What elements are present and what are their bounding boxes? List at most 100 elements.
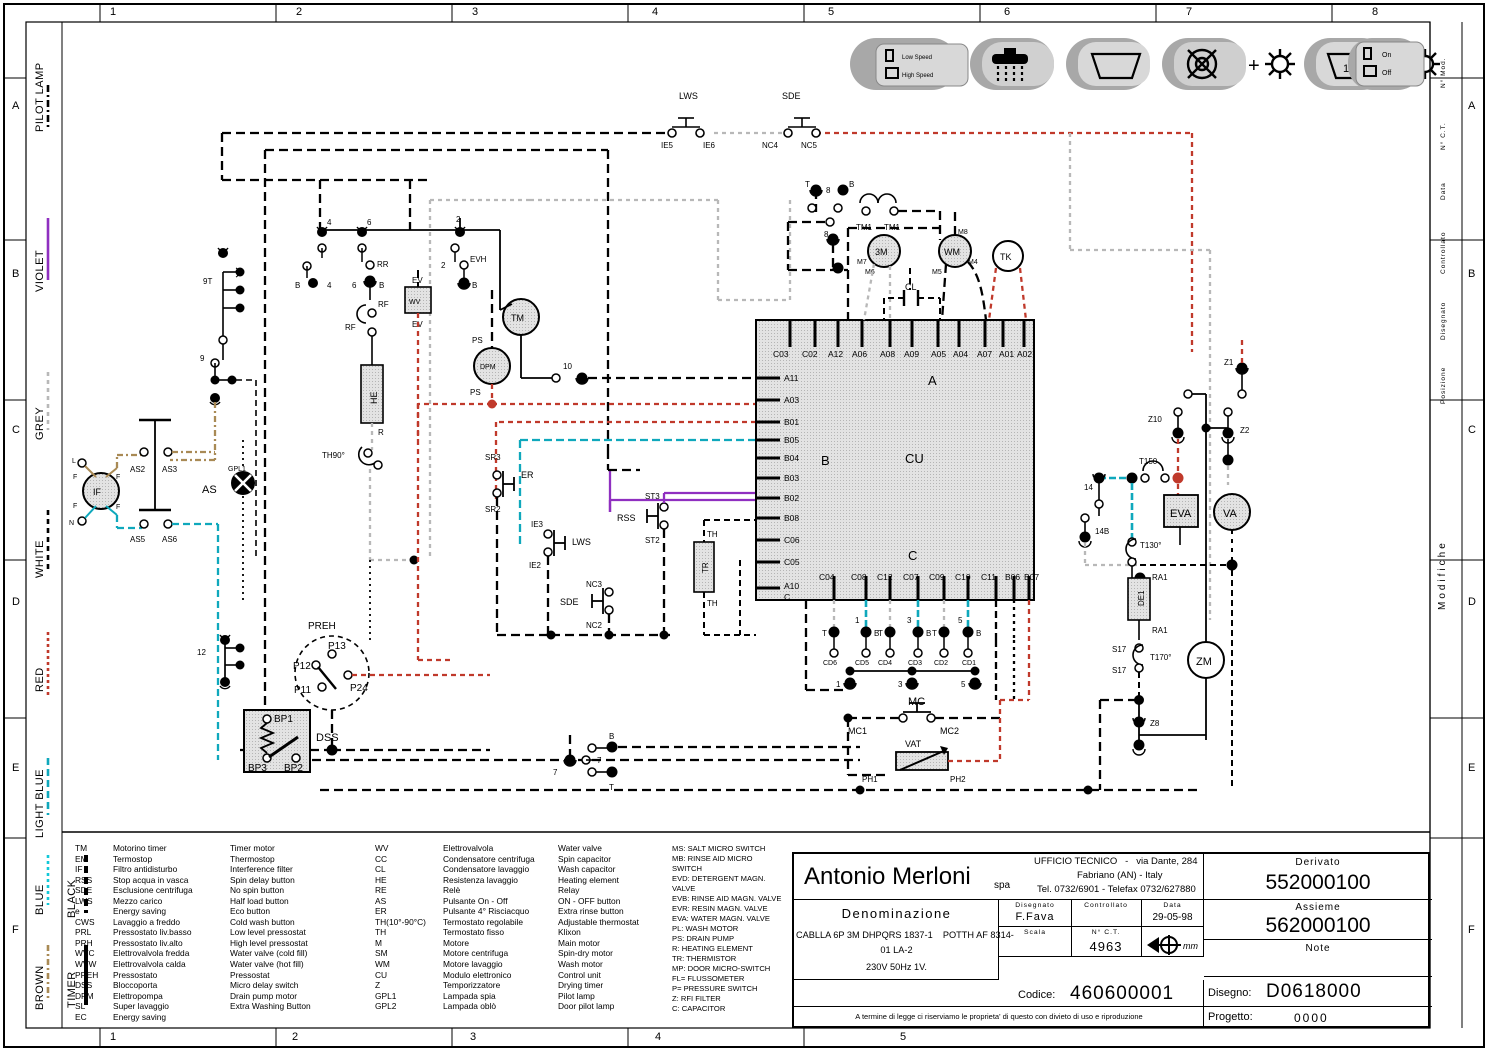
svg-text:SDE: SDE <box>782 91 801 101</box>
assieme-value: 562000100 <box>1265 914 1371 937</box>
col-number-bottom-4: 4 <box>655 1031 662 1043</box>
svg-text:DE1: DE1 <box>1137 590 1146 606</box>
svg-text:CD3: CD3 <box>908 660 922 667</box>
col-number-bottom-1: 1 <box>110 1031 117 1043</box>
margin-label-disegnato: Disegnato <box>1440 301 1447 340</box>
progetto-cell: Progetto: 0000 <box>1204 1007 1432 1028</box>
svg-text:5: 5 <box>961 680 966 689</box>
margin-label-controllato: Controllato <box>1440 231 1447 274</box>
col-number-top-5: 5 <box>828 6 835 18</box>
svg-text:LWS: LWS <box>572 537 591 547</box>
svg-text:AS3: AS3 <box>162 465 178 474</box>
svg-text:RR: RR <box>377 260 389 269</box>
svg-text:RF: RF <box>378 300 389 309</box>
note-cell: Note <box>1204 940 1432 977</box>
svg-text:Z1: Z1 <box>1224 358 1234 367</box>
svg-text:TR: TR <box>701 562 710 573</box>
svg-text:AS5: AS5 <box>130 535 146 544</box>
svg-text:+: + <box>1248 55 1260 77</box>
col-number-top-8: 8 <box>1372 6 1379 18</box>
office-line-1: UFFICIO TECNICO - via Dante, 284 <box>1034 856 1198 867</box>
svg-text:MC2: MC2 <box>940 726 959 736</box>
svg-text:SR2: SR2 <box>485 505 501 514</box>
wire-color-label-white: WHITE <box>34 540 46 578</box>
title-block: Antonio Merloni spa UFFICIO TECNICO - vi… <box>792 852 1432 1028</box>
svg-text:TH: TH <box>707 599 718 608</box>
svg-text:RA1: RA1 <box>1152 573 1168 582</box>
company-name: Antonio Merloni <box>804 863 971 890</box>
svg-text:N: N <box>69 520 74 527</box>
col-number-top-6: 6 <box>1004 6 1011 18</box>
svg-text:EVH: EVH <box>470 255 487 264</box>
svg-text:14: 14 <box>1084 483 1093 492</box>
svg-text:CU: CU <box>905 451 924 466</box>
legend-col1-english: Timer motor Thermostop Interference filt… <box>230 843 311 1012</box>
codice-value: 460600001 <box>1070 983 1175 1004</box>
row-letter-left-e: E <box>12 762 20 774</box>
svg-text:Z2: Z2 <box>1240 426 1250 435</box>
svg-text:TM1: TM1 <box>884 223 901 232</box>
svg-text:NC2: NC2 <box>586 621 603 630</box>
row-letter-right-c: C <box>1468 424 1476 436</box>
svg-text:12: 12 <box>197 648 206 657</box>
svg-text:7: 7 <box>553 768 558 777</box>
svg-text:CL: CL <box>905 282 917 292</box>
svg-text:3: 3 <box>907 616 912 625</box>
svg-text:T150: T150 <box>1139 457 1158 466</box>
svg-text:B: B <box>472 281 477 290</box>
svg-text:B: B <box>821 453 830 468</box>
margin-label-modifiche: Modifiche <box>1437 540 1448 610</box>
denominazione-label: Denominazione <box>841 906 952 921</box>
svg-text:T: T <box>822 629 827 638</box>
nct-label: N° C.T. <box>1091 929 1121 936</box>
progetto-label: Progetto: <box>1208 1011 1253 1023</box>
svg-text:NC3: NC3 <box>586 580 603 589</box>
derivato-value: 552000100 <box>1265 871 1371 894</box>
legend-col1-codes: TM EM IF RSS SDE LWS e CWS PRL PRH WVC W… <box>75 843 99 1022</box>
svg-text:PREH: PREH <box>308 621 336 632</box>
svg-text:RA1: RA1 <box>1152 626 1168 635</box>
svg-text:5: 5 <box>958 616 963 625</box>
svg-text:7: 7 <box>597 756 602 765</box>
svg-text:DSS: DSS <box>316 732 339 744</box>
svg-text:ST3: ST3 <box>645 492 660 501</box>
svg-text:T: T <box>805 180 810 189</box>
svg-text:IE2: IE2 <box>529 561 542 570</box>
margin-label-data: Data <box>1440 182 1447 200</box>
denominazione-line-2: 01 LA-2 <box>880 945 913 955</box>
svg-text:NC4: NC4 <box>762 141 779 150</box>
disegno-cell: Disegno: D0618000 <box>1204 977 1432 1007</box>
svg-text:R: R <box>378 428 384 437</box>
svg-text:F: F <box>73 503 77 510</box>
data-label: Data <box>1163 902 1182 909</box>
svg-text:1: 1 <box>855 616 860 625</box>
svg-text:WM: WM <box>944 247 960 257</box>
svg-text:CD6: CD6 <box>823 660 837 667</box>
svg-text:NC5: NC5 <box>801 141 818 150</box>
svg-text:LWS: LWS <box>679 91 698 101</box>
svg-text:B: B <box>609 732 614 741</box>
wire-color-label-red: RED <box>34 667 46 692</box>
svg-text:9T: 9T <box>203 277 212 286</box>
wire-color-label-grey: GREY <box>34 406 46 440</box>
office-line-2: Fabriano (AN) - Italy <box>1077 870 1163 881</box>
svg-text:M7: M7 <box>857 259 867 266</box>
disegnato-header-row: Disegnato Controllato Data F.Fava 29-05-… <box>999 900 1204 927</box>
row-letter-right-b: B <box>1468 268 1476 280</box>
data-value: 29-05-98 <box>1152 912 1193 923</box>
svg-text:M5: M5 <box>932 269 942 276</box>
legend-col3-abbrev: MS: SALT MICRO SWITCH MB: RINSE AID MICR… <box>672 844 782 1013</box>
scala-nct-row: Scala N° C.T. 4963 mm <box>999 927 1204 957</box>
svg-text:CD5: CD5 <box>855 660 869 667</box>
svg-text:B: B <box>849 180 854 189</box>
svg-text:B: B <box>926 629 931 638</box>
row-letter-right-d: D <box>1468 596 1476 608</box>
svg-text:PH2: PH2 <box>950 775 966 784</box>
denominazione-line-1: CABLLA 6P 3M DHPQRS 1837-1 POTTH AF 8314… <box>796 930 1014 940</box>
svg-text:TM1: TM1 <box>856 223 873 232</box>
svg-text:BP1: BP1 <box>274 714 293 725</box>
margin-label-n-mod: N° Mod. <box>1440 57 1447 88</box>
svg-text:Z8: Z8 <box>1150 719 1160 728</box>
codice-cell: Codice: 460600001 <box>794 980 1204 1007</box>
svg-text:P24: P24 <box>350 683 368 694</box>
